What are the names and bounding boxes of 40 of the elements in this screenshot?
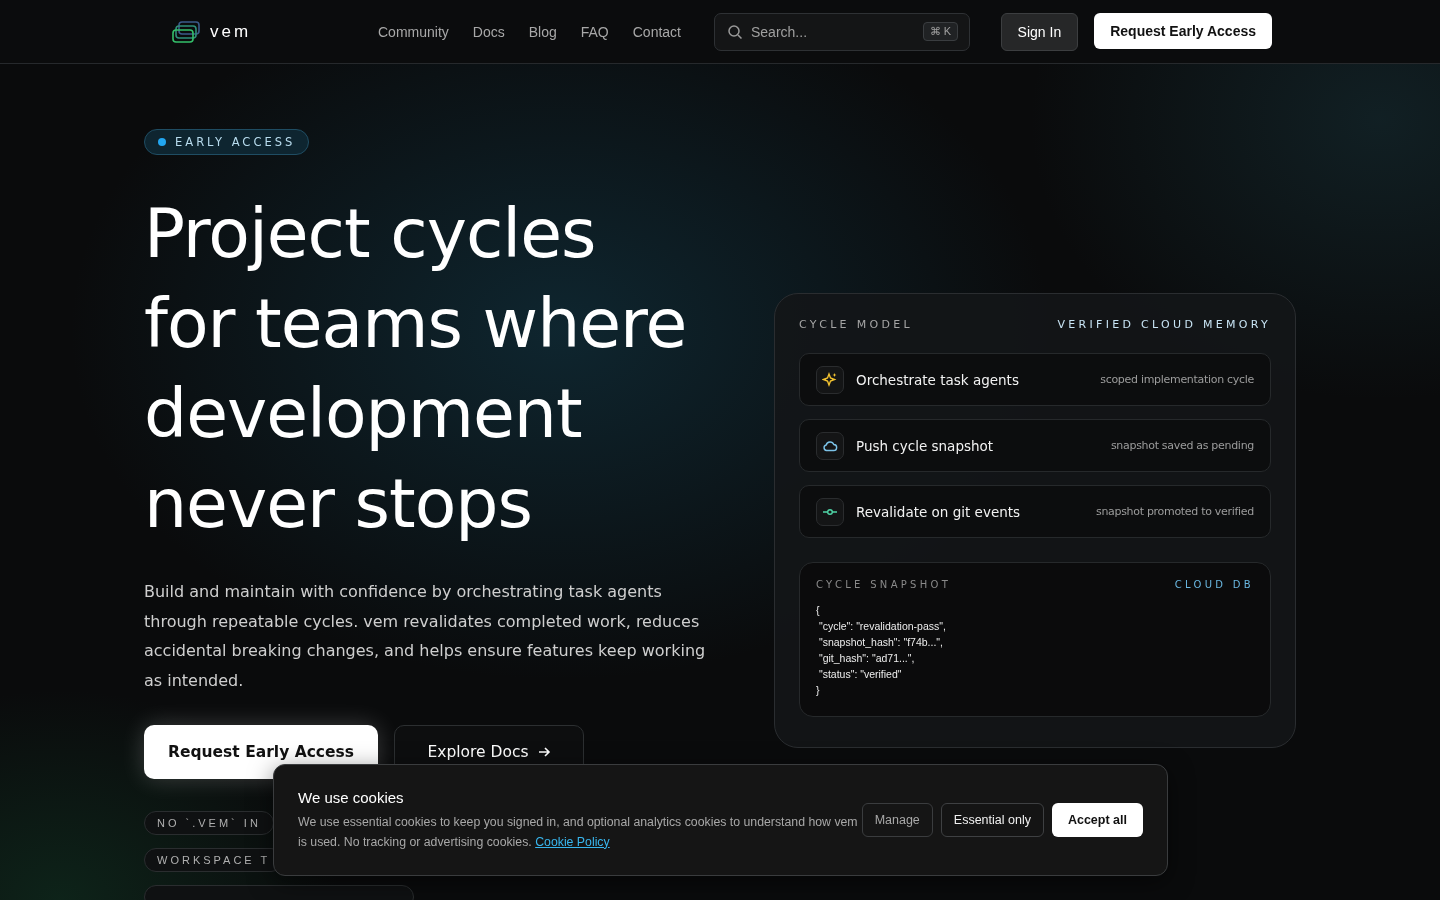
code-line: "snapshot_hash": "f74b...",: [817, 635, 944, 650]
cookie-button[interactable]: Accept all: [1051, 803, 1143, 837]
cookie-policy-link[interactable]: Cookie Policy: [535, 834, 610, 849]
cookie-title: We use cookies: [298, 788, 405, 806]
nav-link[interactable]: Docs: [472, 23, 505, 40]
cookie-button[interactable]: Manage: [861, 803, 933, 837]
nav-link[interactable]: Contact: [632, 23, 681, 40]
code-line: "status": "verified": [817, 667, 903, 682]
nav-link[interactable]: Blog: [528, 23, 557, 40]
commit-icon: [822, 507, 838, 516]
layers-logo-icon: [172, 20, 200, 43]
step-note: scoped implementation cycle: [1100, 373, 1254, 386]
code-line: "cycle": "revalidation-pass",: [817, 619, 947, 634]
code-line: "git_hash": "ad71...",: [817, 651, 916, 666]
snapshot-label: CYCLE SNAPSHOT: [816, 579, 952, 590]
nav-link[interactable]: FAQ: [580, 23, 609, 40]
early-access-badge: EARLY ACCESS: [144, 129, 310, 155]
nav-link[interactable]: Community: [378, 23, 449, 40]
feature-tag: NO `.VEM` IN: [144, 811, 274, 835]
logo-text[interactable]: vem: [210, 21, 252, 42]
request-access-button[interactable]: Request Early Access: [1094, 12, 1272, 49]
sparkle-icon: [822, 371, 838, 388]
step-note: snapshot promoted to verified: [1095, 505, 1254, 518]
cookie-text: We use essential cookies to keep you signed in, and optional analytics cookies to understand how vem is used. No tracking or advertising cookies. Cookie Policy: [298, 813, 858, 851]
step-title: Orchestrate task agents: [856, 371, 1019, 388]
step-title: Revalidate on git events: [856, 503, 1021, 520]
search-icon: [727, 23, 743, 40]
card-label: CYCLE MODEL: [799, 318, 913, 331]
code-line: }: [816, 683, 821, 698]
cookie-button[interactable]: Essential only: [940, 803, 1044, 837]
card-label: VERIFIED CLOUD MEMORY: [1057, 318, 1271, 331]
sign-in-button[interactable]: Sign In: [1000, 12, 1079, 51]
code-line: {: [816, 603, 821, 618]
hero-title: Project cycles for teams where development never stops: [144, 193, 688, 545]
cloud-icon: [822, 438, 838, 453]
snapshot-label: CLOUD DB: [1174, 579, 1254, 590]
step-title: Push cycle snapshot: [856, 437, 994, 454]
step-note: snapshot saved as pending: [1110, 439, 1254, 452]
hero-description: Build and maintain with confidence by orchestrating task agents through repeatable cycles. vem revalidates completed work, reduces accidental breaking changes, and helps ensure features keep working as intended.: [144, 581, 707, 692]
arrow-right-icon: [536, 745, 551, 759]
